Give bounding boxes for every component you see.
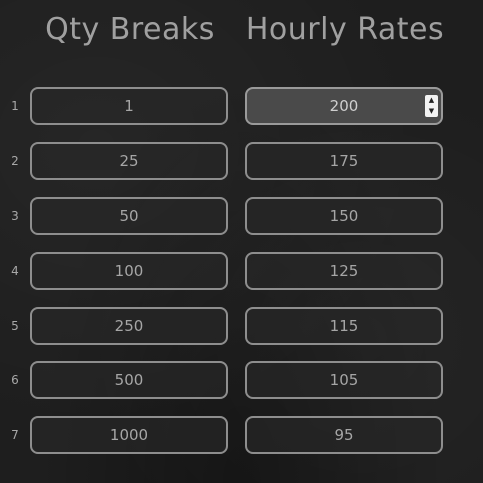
qty-input[interactable]: 1000 [30,416,228,454]
table-row: 1 1 200 ▲ ▼ [0,87,483,125]
number-stepper[interactable]: ▲ ▼ [425,95,438,117]
table-row: 5 250 115 [0,307,483,345]
qty-input[interactable]: 1 [30,87,228,125]
table-row: 3 50 150 [0,197,483,235]
row-number: 2 [11,154,19,168]
row-number: 7 [11,428,19,442]
hourly-rates-title: Hourly Rates [245,12,445,47]
rate-input[interactable]: 105 [245,361,443,399]
rate-input[interactable]: 125 [245,252,443,290]
rate-value: 200 [329,97,359,115]
row-number: 4 [11,264,19,278]
table-row: 2 25 175 [0,142,483,180]
table-header: Qty Breaks Hourly Rates [0,8,483,52]
rate-input[interactable]: 200 ▲ ▼ [245,87,443,125]
table-row: 4 100 125 [0,252,483,290]
row-number: 5 [11,319,19,333]
decrement-icon[interactable]: ▼ [425,106,438,117]
qty-input[interactable]: 50 [30,197,228,235]
table-row: 6 500 105 [0,361,483,399]
row-number: 1 [11,99,19,113]
table-row: 7 1000 95 [0,416,483,454]
qty-input[interactable]: 500 [30,361,228,399]
rate-input[interactable]: 115 [245,307,443,345]
qty-breaks-title: Qty Breaks [45,12,215,47]
row-number: 6 [11,373,19,387]
increment-icon[interactable]: ▲ [425,95,438,106]
qty-input[interactable]: 25 [30,142,228,180]
row-number: 3 [11,209,19,223]
qty-input[interactable]: 100 [30,252,228,290]
rate-input[interactable]: 95 [245,416,443,454]
rate-input[interactable]: 150 [245,197,443,235]
qty-input[interactable]: 250 [30,307,228,345]
rate-input[interactable]: 175 [245,142,443,180]
